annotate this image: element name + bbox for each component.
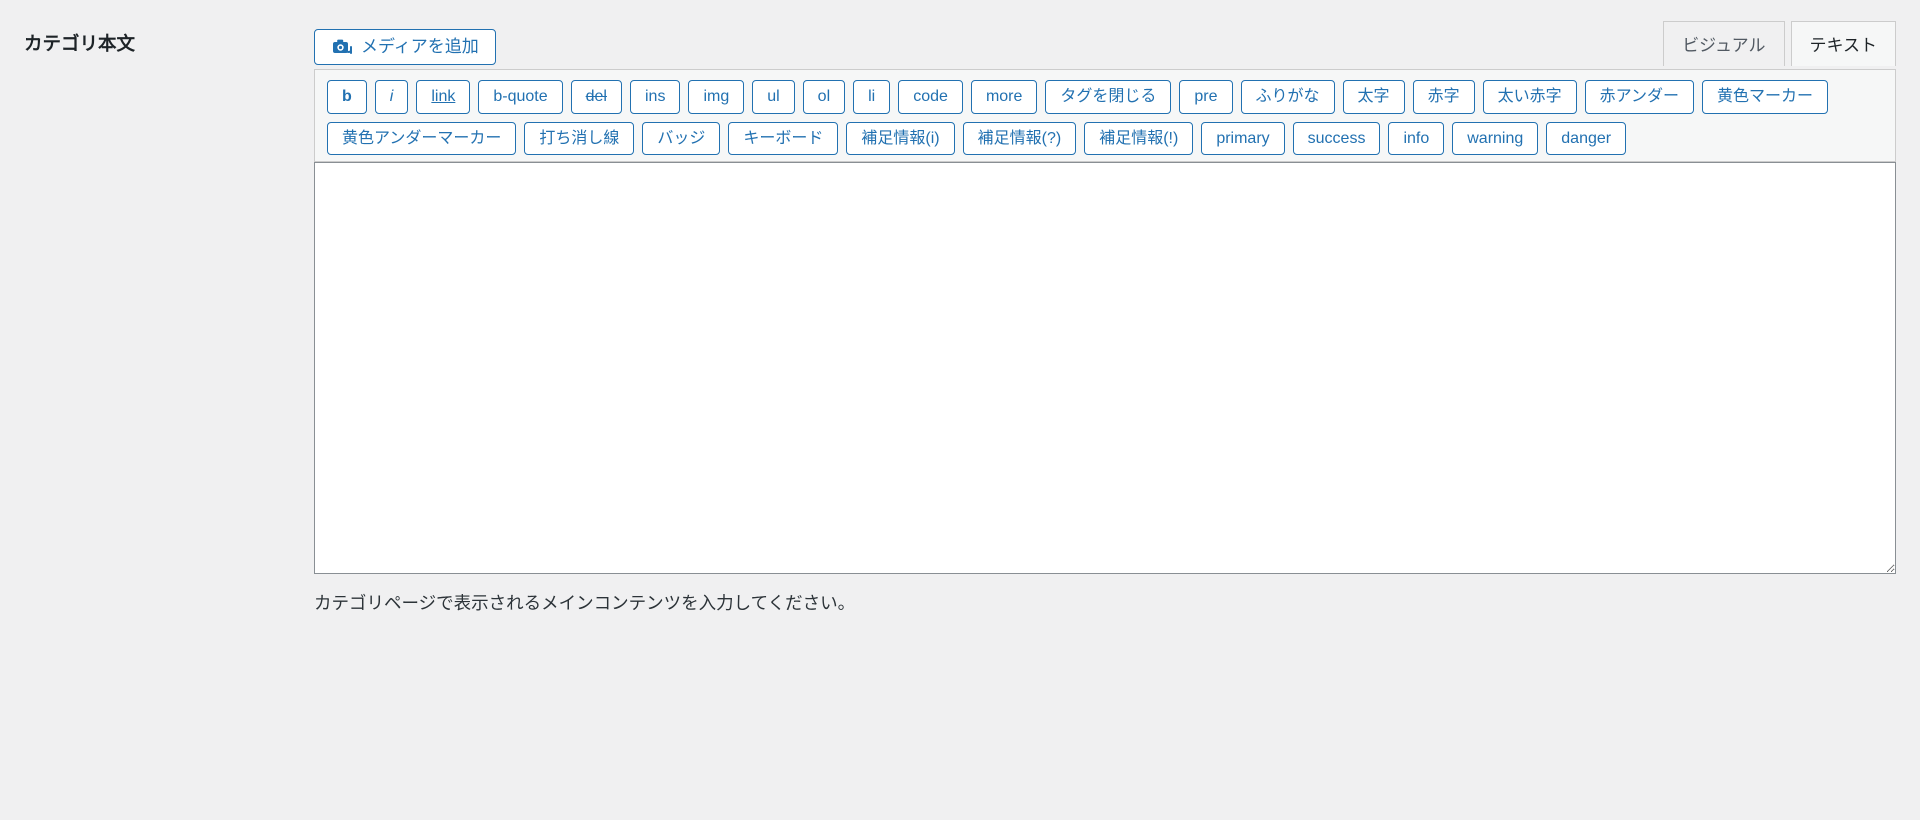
qt-badge[interactable]: バッジ (642, 122, 720, 156)
qt-bold[interactable]: b (327, 80, 367, 114)
qt-code[interactable]: code (898, 80, 963, 114)
editor-topbar: メディアを追加 ビジュアル テキスト (314, 20, 1896, 65)
qt-more[interactable]: more (971, 80, 1037, 114)
qt-warning[interactable]: warning (1452, 122, 1538, 156)
qt-red-underline[interactable]: 赤アンダー (1585, 80, 1694, 114)
qt-del[interactable]: del (571, 80, 622, 114)
qt-link[interactable]: link (416, 80, 470, 114)
section-title: カテゴリ本文 (24, 30, 294, 56)
qt-primary[interactable]: primary (1201, 122, 1284, 156)
right-column: メディアを追加 ビジュアル テキスト bilinkb-quote delinsim… (314, 20, 1896, 800)
content-textarea[interactable] (314, 162, 1896, 574)
add-media-button-label: メディアを追加 (361, 37, 479, 57)
qt-strikethrough[interactable]: 打ち消し線 (524, 122, 634, 156)
qt-yellow-marker[interactable]: 黄色マーカー (1702, 80, 1828, 114)
qt-close-tags[interactable]: タグを閉じる (1045, 80, 1171, 114)
qt-ol[interactable]: ol (803, 80, 845, 114)
qt-pre[interactable]: pre (1179, 80, 1232, 114)
left-column: カテゴリ本文 (24, 20, 294, 800)
qt-danger[interactable]: danger (1546, 122, 1626, 156)
qt-note-alert[interactable]: 補足情報(!) (1084, 122, 1193, 156)
qt-success[interactable]: success (1293, 122, 1381, 156)
qt-ins[interactable]: ins (630, 80, 680, 114)
qt-akaji[interactable]: 赤字 (1413, 80, 1475, 114)
qt-img[interactable]: img (688, 80, 744, 114)
qt-futoji[interactable]: 太字 (1343, 80, 1405, 114)
tab-text[interactable]: テキスト (1791, 21, 1897, 66)
qt-keyboard[interactable]: キーボード (728, 122, 838, 156)
qt-ul[interactable]: ul (752, 80, 794, 114)
qt-ruby[interactable]: ふりがな (1241, 80, 1335, 114)
qt-li[interactable]: li (853, 80, 890, 114)
media-camera-icon (331, 37, 353, 57)
qt-yellow-under-marker[interactable]: 黄色アンダーマーカー (327, 122, 516, 156)
tab-visual[interactable]: ビジュアル (1663, 21, 1784, 66)
qt-bold-red[interactable]: 太い赤字 (1483, 80, 1577, 114)
qt-info[interactable]: info (1388, 122, 1444, 156)
qt-blockquote[interactable]: b-quote (478, 80, 562, 114)
add-media-button[interactable]: メディアを追加 (314, 29, 496, 65)
help-text: カテゴリページで表示されるメインコンテンツを入力してください。 (314, 590, 1896, 615)
qt-note-question[interactable]: 補足情報(?) (963, 122, 1077, 156)
editor-section: カテゴリ本文 メディアを追加 ビジュアル テキ (0, 0, 1920, 820)
quicktags-toolbar: bilinkb-quote delinsimgulollicodemoreタグを閉… (314, 69, 1896, 162)
qt-note-info[interactable]: 補足情報(i) (846, 122, 954, 156)
qt-italic[interactable]: i (375, 80, 409, 114)
editor-tabs: ビジュアル テキスト (1657, 20, 1896, 65)
